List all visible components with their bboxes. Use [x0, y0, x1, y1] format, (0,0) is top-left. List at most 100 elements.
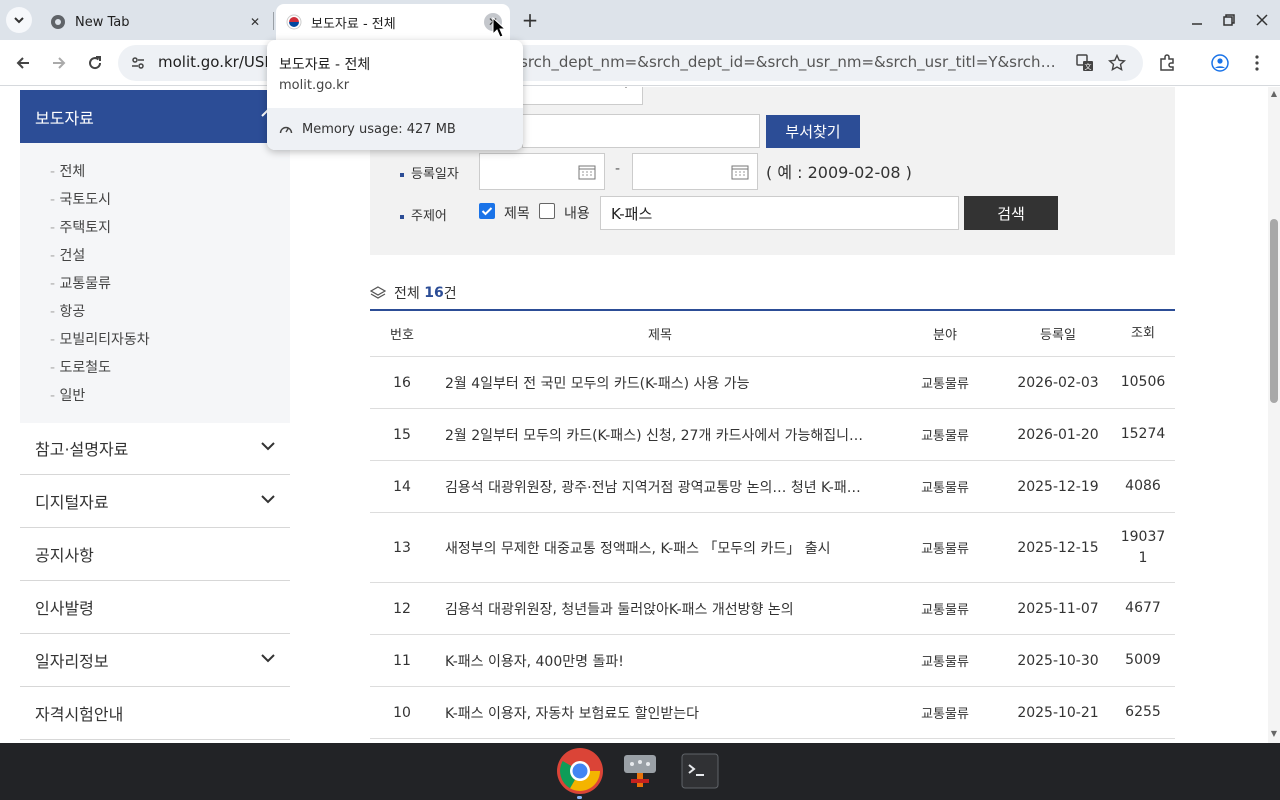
scroll-thumb[interactable] — [1270, 219, 1278, 403]
url-host: molit.go.kr/USR — [158, 53, 275, 71]
row-no: 11 — [393, 652, 411, 669]
chrome-taskbar-icon[interactable] — [556, 747, 604, 795]
sidebar-item-construction[interactable]: 건설 — [50, 245, 86, 265]
row-title[interactable]: 2월 4일부터 전 국민 모두의 카드(K-패스) 사용 가능 — [445, 373, 750, 393]
row-views: 5009 — [1125, 652, 1161, 668]
reload-icon — [89, 56, 102, 70]
menu-button[interactable] — [1243, 49, 1271, 77]
tab-press-release[interactable]: 보도자료 - 전체 ✕ — [276, 4, 510, 40]
row-date: 2025-12-19 — [1017, 478, 1099, 495]
scroll-down-icon[interactable]: ▼ — [1270, 729, 1278, 738]
sidebar-item-housing[interactable]: 주택토지 — [50, 217, 112, 237]
back-button[interactable] — [9, 49, 37, 77]
reload-button[interactable] — [81, 49, 109, 77]
row-no: 13 — [393, 539, 411, 556]
keyword-input[interactable]: K-패스 — [600, 196, 959, 230]
row-title-link[interactable]: K-패스 이용자, 400만명 돌파! — [445, 635, 875, 686]
terminal-taskbar-icon[interactable] — [676, 747, 724, 795]
row-field: 교통물류 — [921, 603, 969, 618]
total-count: 16 — [424, 285, 444, 301]
date-to-input[interactable] — [632, 153, 758, 190]
sidebar-item-general[interactable]: 일반 — [50, 385, 86, 405]
row-title-link[interactable]: 2월 4일부터 전 국민 모두의 카드(K-패스) 사용 가능 — [445, 357, 875, 408]
row-field: 교통물류 — [921, 542, 969, 557]
table-header: 번호 제목 분야 등록일 조회 — [370, 311, 1175, 357]
account-icon — [1211, 54, 1229, 72]
profile-button[interactable] — [1206, 49, 1234, 77]
sidebar-item-aviation[interactable]: 항공 — [50, 301, 86, 321]
row-title-link[interactable]: 김용석 대광위원장, 청년들과 둘러앉아K-패스 개선방향 논의 — [445, 583, 875, 634]
restore-icon[interactable] — [1219, 10, 1239, 30]
sidebar-menu-label: 공지사항 — [35, 546, 94, 565]
tab-strip: New Tab ✕ 보도자료 - 전체 ✕ + — [0, 0, 1280, 40]
find-dept-button[interactable]: 부서찾기 — [766, 115, 860, 148]
sidebar-menu-exam[interactable]: 자격시험안내 — [20, 687, 290, 740]
row-title[interactable]: 2월 2일부터 모두의 카드(K-패스) 신청, 27개 카드사에서 가능해집니… — [445, 425, 863, 445]
row-title[interactable]: 김용석 대광위원장, 청년들과 둘러앉아K-패스 개선방향 논의 — [445, 599, 794, 619]
sidebar-header[interactable]: 보도자료 — [20, 90, 290, 143]
calendar-icon[interactable] — [731, 164, 749, 180]
network-tool-taskbar-icon[interactable] — [616, 747, 664, 795]
mouse-cursor-icon — [492, 17, 506, 38]
row-no: 15 — [393, 426, 411, 443]
row-title-link[interactable]: 김용석 대광위원장, 광주·전남 지역거점 광역교통망 논의… 청년 K-패… — [445, 461, 875, 512]
sidebar-item-transport[interactable]: 교통물류 — [50, 273, 112, 293]
sidebar-item-urban[interactable]: 국토도시 — [50, 189, 112, 209]
title-checkbox[interactable] — [479, 203, 495, 219]
new-tab-button[interactable]: + — [519, 8, 541, 32]
sidebar-menu-notice[interactable]: 공지사항 — [20, 528, 290, 581]
row-title-link[interactable]: K-패스 이용자, 자동차 보험료도 할인받는다 — [445, 687, 875, 738]
row-title-link[interactable]: 새정부의 무제한 대중교통 정액패스, K-패스 「모두의 카드」 출시 — [445, 513, 875, 582]
close-icon[interactable]: ✕ — [246, 13, 264, 31]
sidebar-menu-label: 자격시험안내 — [35, 705, 124, 724]
row-field: 교통물류 — [921, 481, 969, 496]
sidebar-menu-digital[interactable]: 디지털자료 — [20, 475, 290, 528]
sidebar-item-mobility[interactable]: 모빌리티자동차 — [50, 329, 150, 349]
row-no: 16 — [393, 374, 411, 391]
row-title[interactable]: 새정부의 무제한 대중교통 정액패스, K-패스 「모두의 카드」 출시 — [445, 538, 830, 558]
site-info-icon[interactable] — [126, 51, 150, 75]
row-field: 교통물류 — [921, 377, 969, 392]
page-viewport: 보도자료 전체 국토도시 주택토지 건설 교통물류 항공 모빌리티자동차 도로철… — [0, 87, 1268, 743]
sidebar-menu-personnel[interactable]: 인사발령 — [20, 581, 290, 634]
sidebar-item-all[interactable]: 전체 — [50, 161, 86, 181]
chevron-down-icon — [261, 654, 275, 663]
row-date: 2025-10-21 — [1017, 704, 1099, 721]
title-checkbox-label: 제목 — [504, 206, 530, 222]
col-header-title: 제목 — [648, 328, 672, 343]
row-title[interactable]: K-패스 이용자, 400만명 돌파! — [445, 651, 624, 671]
sidebar-menu-jobs[interactable]: 일자리정보 — [20, 634, 290, 687]
result-count: 전체 16 건 — [370, 283, 457, 303]
tab-title: 보도자료 - 전체 — [311, 16, 396, 32]
search-button[interactable]: 검색 — [964, 196, 1058, 230]
forward-button[interactable] — [45, 49, 73, 77]
content-checkbox[interactable] — [539, 203, 555, 219]
calendar-icon[interactable] — [578, 164, 596, 180]
row-field: 교통물류 — [921, 429, 969, 444]
translate-icon[interactable]: 文 — [1074, 52, 1096, 74]
sidebar-item-road-rail[interactable]: 도로철도 — [50, 357, 112, 377]
keyword-value: K-패스 — [611, 204, 653, 223]
dept-input[interactable] — [522, 114, 760, 148]
close-window-icon[interactable] — [1252, 10, 1272, 30]
row-title[interactable]: K-패스 이용자, 자동차 보험료도 할인받는다 — [445, 703, 699, 723]
scroll-up-icon[interactable]: ▲ — [1270, 89, 1278, 98]
total-prefix: 전체 — [394, 286, 420, 302]
row-title-link[interactable]: 2월 2일부터 모두의 카드(K-패스) 신청, 27개 카드사에서 가능해집니… — [445, 409, 875, 460]
extensions-button[interactable] — [1153, 49, 1181, 77]
date-from-input[interactable] — [479, 153, 605, 190]
sidebar-menu-label: 일자리정보 — [35, 652, 109, 671]
row-views: 10506 — [1120, 374, 1166, 390]
tab-title: New Tab — [75, 14, 130, 30]
minimize-icon[interactable] — [1187, 10, 1207, 30]
row-title[interactable]: 김용석 대광위원장, 광주·전남 지역거점 광역교통망 논의… 청년 K-패… — [445, 477, 861, 497]
star-icon[interactable] — [1106, 52, 1128, 74]
tab-new-tab[interactable]: New Tab ✕ — [40, 4, 272, 40]
tab-search-button[interactable] — [6, 7, 32, 33]
sidebar-menu-reference[interactable]: 참고·설명자료 — [20, 422, 290, 475]
dept-select[interactable] — [522, 87, 643, 105]
page-scrollbar[interactable]: ▲ ▼ — [1268, 87, 1280, 743]
date-label-text: 등록일자 — [411, 167, 459, 182]
url-query: srch_dept_nm=&srch_dept_id=&srch_usr_nm=… — [520, 53, 1060, 71]
row-no: 14 — [393, 478, 411, 495]
